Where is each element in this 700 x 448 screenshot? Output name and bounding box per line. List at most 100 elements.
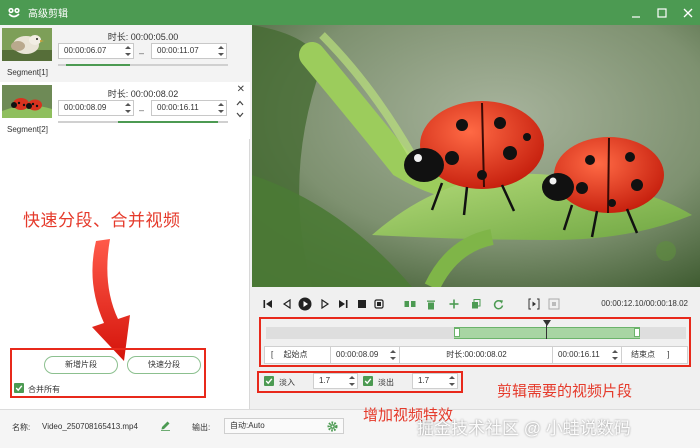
edit-pencil-icon[interactable]: [160, 420, 171, 431]
segment-item[interactable]: Segment[1] 时长: 00:00:05.00 00:00:06.07 –…: [0, 25, 250, 82]
video-preview: [252, 25, 700, 287]
end-bracket: ]: [667, 350, 670, 359]
fade-out-label: 淡出: [378, 378, 394, 387]
duration-value: 00:00:08.02: [464, 350, 507, 359]
fade-out-input[interactable]: 1.7: [412, 373, 458, 389]
segment-end-input[interactable]: 00:00:16.11: [151, 100, 227, 116]
spinner-arrows-icon[interactable]: [124, 101, 131, 115]
step-back-icon[interactable]: [281, 298, 293, 310]
segment-panel: Segment[1] 时长: 00:00:05.00 00:00:06.07 –…: [0, 25, 250, 409]
segment-duration: 时长:00:00:08.02: [401, 347, 553, 363]
title-bar: 高级剪辑: [0, 0, 700, 25]
mark-out-icon[interactable]: [548, 298, 560, 310]
reset-icon[interactable]: [492, 298, 504, 310]
chevron-up-icon[interactable]: [236, 99, 244, 107]
gear-icon[interactable]: [327, 421, 338, 432]
go-start-icon[interactable]: [262, 298, 274, 310]
split-icon[interactable]: [404, 298, 416, 310]
player-controls: 00:00:12.10/00:00:18.02 [ 起始点 00:00:08.0…: [252, 287, 700, 409]
fade-out-checkbox[interactable]: [363, 376, 373, 386]
merge-all-label: 合并所有: [28, 385, 60, 394]
new-segment-button[interactable]: 新增片段: [44, 356, 118, 374]
add-icon[interactable]: [448, 298, 460, 310]
segment-range-fill: [66, 64, 130, 66]
end-time-value: 00:00:16.11: [157, 103, 199, 112]
timeline-track[interactable]: [266, 320, 686, 339]
quick-split-button[interactable]: 快速分段: [127, 356, 201, 374]
frog-logo-icon: [6, 5, 22, 21]
copy-icon[interactable]: [470, 298, 482, 310]
playback-time: 00:00:12.10/00:00:18.02: [601, 299, 688, 308]
segment-label: Segment[1]: [7, 68, 48, 77]
annotation-clip: 剪辑需要的视频片段: [497, 383, 633, 400]
segment-range-fill: [118, 121, 218, 123]
start-time-input[interactable]: 00:00:08.09: [332, 347, 400, 363]
fade-in-label: 淡入: [279, 378, 295, 387]
end-time-input[interactable]: 00:00:16.11: [554, 347, 622, 363]
start-time-value: 00:00:06.07: [64, 46, 107, 55]
segment-thumbnail: [2, 28, 52, 61]
spinner-arrows-icon[interactable]: [389, 350, 396, 360]
start-bracket: [: [271, 350, 274, 359]
chevron-down-icon[interactable]: [236, 111, 244, 119]
fade-in-value: 1.7: [319, 376, 331, 385]
watermark-text: 掘金技术社区 @ 小蛙说数码: [417, 419, 631, 438]
merge-all-checkbox[interactable]: [14, 383, 24, 393]
current-time: 00:00:12.10: [601, 299, 644, 308]
annotation-split-merge: 快速分段、合并视频: [23, 211, 181, 230]
duration-value: 00:00:08.02: [130, 89, 179, 99]
duration-value: 00:00:05.00: [130, 32, 179, 42]
spinner-arrows-icon[interactable]: [611, 350, 618, 360]
spinner-arrows-icon[interactable]: [124, 44, 131, 58]
segment-start-input[interactable]: 00:00:06.07: [58, 43, 134, 59]
fade-in-input[interactable]: 1.7: [313, 373, 358, 389]
segment-range-bar: [58, 64, 228, 66]
close-icon[interactable]: [682, 7, 694, 19]
close-icon[interactable]: ✕: [237, 84, 245, 95]
delete-icon[interactable]: [425, 298, 437, 310]
minimize-icon[interactable]: [630, 7, 642, 19]
fade-in-checkbox[interactable]: [264, 376, 274, 386]
spinner-arrows-icon[interactable]: [217, 101, 224, 115]
annotation-arrow-icon: [92, 239, 130, 361]
mark-in-icon[interactable]: [528, 298, 540, 310]
stop-icon[interactable]: [356, 298, 368, 310]
segment-end-input[interactable]: 00:00:11.07: [151, 43, 227, 59]
start-point-label: 起始点: [283, 350, 308, 359]
file-name: Video_250708165413.mp4: [42, 422, 138, 431]
segment-duration: 时长: 00:00:05.00: [58, 30, 228, 43]
total-time: 00:00:18.02: [645, 299, 688, 308]
set-start-button[interactable]: [ 起始点: [265, 347, 331, 363]
end-time-value: 00:00:16.11: [558, 350, 600, 359]
start-time-value: 00:00:08.09: [336, 350, 379, 359]
segment-duration: 时长: 00:00:08.02: [58, 87, 228, 100]
range-separator: –: [139, 105, 145, 115]
segment-range-bar: [58, 121, 228, 123]
output-label: 输出:: [192, 423, 211, 432]
spinner-arrows-icon[interactable]: [348, 376, 355, 386]
range-separator: –: [139, 48, 145, 58]
playhead-icon[interactable]: [543, 320, 551, 326]
segment-start-input[interactable]: 00:00:08.09: [58, 100, 134, 116]
set-end-button[interactable]: 结束点 ]: [623, 347, 687, 363]
duration-label: 时长:: [107, 32, 129, 42]
segment-item[interactable]: Segment[2] 时长: 00:00:08.02 00:00:08.09 –…: [0, 82, 250, 139]
end-time-value: 00:00:11.07: [157, 46, 199, 55]
go-end-icon[interactable]: [337, 298, 349, 310]
segment-label: Segment[2]: [7, 125, 48, 134]
duration-label: 时长:: [107, 89, 129, 99]
start-time-value: 00:00:08.09: [64, 103, 107, 112]
output-path-field[interactable]: 自动:Auto: [224, 418, 344, 434]
spinner-arrows-icon[interactable]: [217, 44, 224, 58]
maximize-icon[interactable]: [656, 7, 668, 19]
timeline-selection[interactable]: [454, 327, 640, 339]
record-icon[interactable]: [373, 298, 385, 310]
name-label: 名称:: [12, 423, 31, 432]
step-forward-icon[interactable]: [319, 298, 331, 310]
play-icon[interactable]: [298, 297, 312, 311]
timeline-end-handle[interactable]: [634, 328, 640, 337]
timeline-start-handle[interactable]: [454, 328, 460, 337]
spinner-arrows-icon[interactable]: [448, 376, 455, 386]
output-path-value: 自动:Auto: [230, 421, 265, 430]
fade-out-value: 1.7: [418, 376, 430, 385]
